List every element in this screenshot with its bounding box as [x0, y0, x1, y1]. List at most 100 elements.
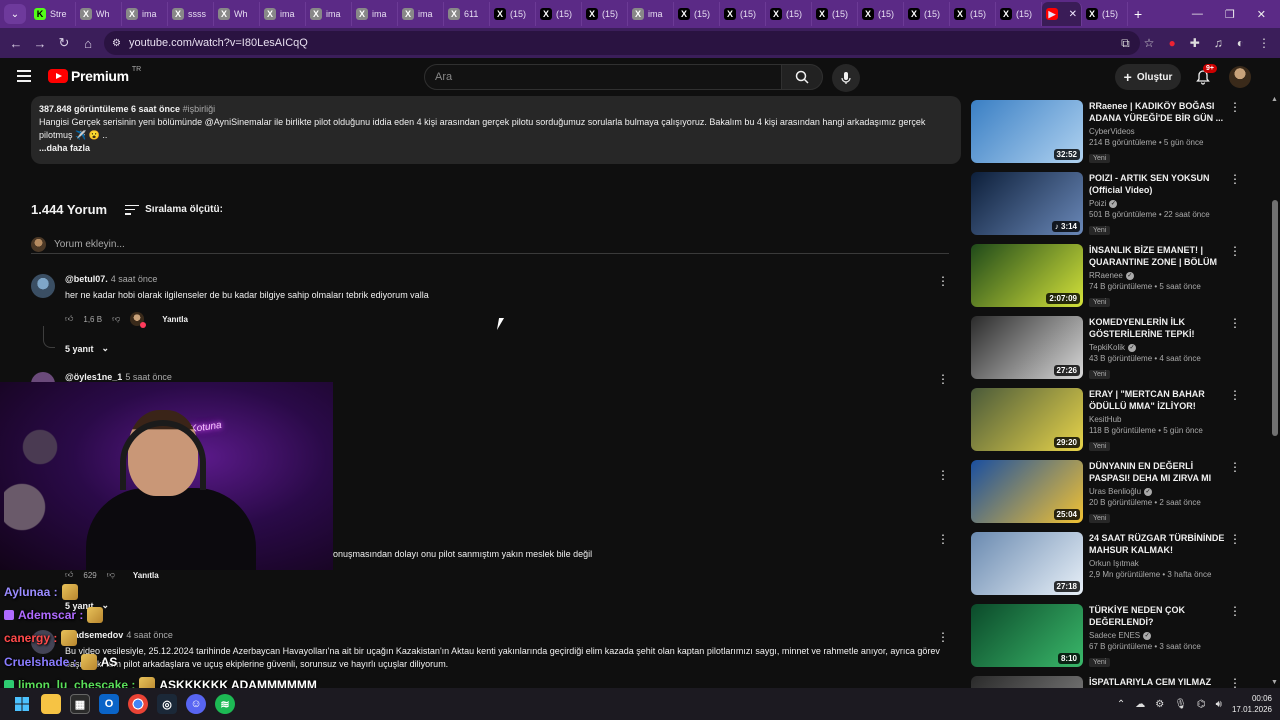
channel-name[interactable]: Sadece ENES ✓: [1089, 631, 1225, 640]
video-thumbnail[interactable]: 32:52: [971, 100, 1083, 163]
forward-icon[interactable]: →: [28, 36, 52, 51]
comment-author[interactable]: @öyles1ne_1 5 saat önce: [65, 372, 172, 382]
install-app-icon[interactable]: ⧉: [1121, 36, 1130, 51]
network-icon[interactable]: ⌬: [1197, 699, 1206, 710]
browser-tab[interactable]: Xima: [628, 2, 674, 26]
browser-tab[interactable]: X (15): [766, 2, 812, 26]
microphone-icon[interactable]: 🎙︎: [1174, 699, 1187, 710]
chrome-menu-icon[interactable]: ⋮: [1258, 36, 1270, 50]
scroll-down-icon[interactable]: ▼: [1271, 679, 1278, 686]
youtube-logo[interactable]: Premium TR: [48, 66, 141, 84]
video-more-icon[interactable]: ⋮: [1229, 532, 1241, 546]
related-video-item[interactable]: 2:07:09 İNSANLIK BİZE EMANET! | QUARANTIN…: [971, 244, 1261, 308]
extension-icon[interactable]: ●: [1168, 36, 1175, 50]
video-more-icon[interactable]: ⋮: [1229, 388, 1241, 402]
page-scrollbar[interactable]: ▲ ▼: [1270, 96, 1280, 686]
video-title[interactable]: DÜNYANIN EN DEĞERLİ PASPASI! DEHA MI ZIR…: [1089, 460, 1225, 484]
commenter-avatar[interactable]: [31, 274, 55, 298]
comment-time[interactable]: 4 saat önce: [126, 630, 173, 640]
site-info-icon[interactable]: ⚙: [112, 38, 121, 49]
comment-more-icon[interactable]: ⋮: [937, 372, 949, 386]
channel-name[interactable]: CyberVideos: [1089, 127, 1225, 136]
browser-tab[interactable]: X 611: [444, 2, 490, 26]
volume-icon[interactable]: 🔊︎: [1216, 699, 1222, 710]
comment-time[interactable]: 4 saat önce: [111, 274, 158, 284]
outlook-icon[interactable]: O: [99, 694, 119, 714]
home-icon[interactable]: ⌂: [76, 36, 100, 51]
tray-overflow-icon[interactable]: ⌃: [1117, 699, 1125, 710]
channel-name[interactable]: Poizi ✓: [1089, 199, 1225, 208]
channel-name[interactable]: TepkiKolik ✓: [1089, 343, 1225, 352]
channel-name[interactable]: RRaenee ✓: [1089, 271, 1225, 280]
browser-tab[interactable]: X (15): [812, 2, 858, 26]
browser-tab[interactable]: X (15): [674, 2, 720, 26]
tray-app-icon[interactable]: ⚙: [1155, 699, 1164, 710]
browser-tab[interactable]: X Wh: [76, 2, 122, 26]
media-control-icon[interactable]: ♫: [1214, 36, 1223, 50]
video-title[interactable]: 24 SAAT RÜZGAR TÜRBİNİNDE MAHSUR KALMAK!: [1089, 532, 1225, 556]
related-video-item[interactable]: 32:52 RRaenee | KADIKÖY BOĞASI ADANA YÜRE…: [971, 100, 1261, 164]
video-title[interactable]: İNSANLIK BİZE EMANET! | QUARANTINE ZONE …: [1089, 244, 1225, 268]
video-title[interactable]: TÜRKİYE NEDEN ÇOK DEĞERLENDİ?: [1089, 604, 1225, 628]
video-more-icon[interactable]: ⋮: [1229, 172, 1241, 186]
like-icon[interactable]: 👍︎: [65, 570, 73, 580]
channel-name[interactable]: Orkun Işıtmak: [1089, 559, 1225, 568]
chrome-icon[interactable]: [128, 694, 148, 714]
video-title[interactable]: ERAY | "MERTCAN BAHAR ÖDÜLLÜ MMA" İZLİYO…: [1089, 388, 1225, 412]
reply-button[interactable]: Yanıtla: [162, 315, 188, 324]
related-video-item[interactable]: 25:04 DÜNYANIN EN DEĞERLİ PASPASI! DEHA M…: [971, 460, 1261, 524]
tab-after-active[interactable]: X (15): [1082, 2, 1128, 26]
notifications-button[interactable]: 9+: [1192, 64, 1217, 88]
video-more-icon[interactable]: ⋮: [1229, 316, 1241, 330]
clock[interactable]: 00:06 17.01.2026: [1232, 693, 1272, 715]
video-thumbnail[interactable]: 2:07:09: [971, 244, 1083, 307]
video-thumbnail[interactable]: 29:20: [971, 388, 1083, 451]
hashtag-link[interactable]: #işbirliği: [183, 104, 216, 114]
comment-more-icon[interactable]: ⋮: [937, 274, 949, 288]
dislike-icon[interactable]: 👎︎: [107, 570, 115, 580]
extensions-puzzle-icon[interactable]: ✚: [1190, 36, 1200, 50]
video-thumbnail[interactable]: ♪ 3:14: [971, 172, 1083, 235]
menu-icon[interactable]: [17, 70, 31, 82]
view-replies-button[interactable]: 5 yanıt ⌄: [65, 343, 109, 354]
create-button[interactable]: + Oluştur: [1115, 64, 1181, 90]
browser-tab[interactable]: X Wh: [214, 2, 260, 26]
related-video-item[interactable]: 27:18 24 SAAT RÜZGAR TÜRBİNİNDE MAHSUR KA…: [971, 532, 1261, 596]
video-title[interactable]: İSPATLARIYLA CEM YILMAZ: [1089, 676, 1225, 688]
video-thumbnail[interactable]: 8:10: [971, 604, 1083, 667]
related-video-item[interactable]: 29:20 ERAY | "MERTCAN BAHAR ÖDÜLLÜ MMA" İ…: [971, 388, 1261, 452]
video-title[interactable]: KOMEDYENLERİN İLK GÖSTERİLERİNE TEPKİ!: [1089, 316, 1225, 340]
browser-tab[interactable]: K Stre: [30, 2, 76, 26]
comment-author[interactable]: @betul07. 4 saat önce: [65, 274, 157, 284]
browser-tab[interactable]: X (15): [720, 2, 766, 26]
video-title[interactable]: POIZI - ARTIK SEN YOKSUN (Official Video…: [1089, 172, 1225, 196]
add-comment-box[interactable]: Yorum ekleyin...: [31, 236, 949, 254]
video-more-icon[interactable]: ⋮: [1229, 244, 1241, 258]
video-more-icon[interactable]: ⋮: [1229, 100, 1241, 114]
related-video-item[interactable]: 27:26 KOMEDYENLERİN İLK GÖSTERİLERİNE TEP…: [971, 316, 1261, 380]
bookmark-star-icon[interactable]: ☆: [1144, 36, 1155, 50]
browser-tab[interactable]: X (15): [996, 2, 1042, 26]
minimize-icon[interactable]: —: [1192, 8, 1203, 20]
video-more-icon[interactable]: ⋮: [1229, 460, 1241, 474]
file-explorer-icon[interactable]: [41, 694, 61, 714]
channel-name[interactable]: Uras Benlioğlu ✓: [1089, 487, 1225, 496]
comment-more-icon[interactable]: ⋮: [937, 468, 949, 482]
browser-tab[interactable]: Xima: [260, 2, 306, 26]
comment-more-icon[interactable]: ⋮: [937, 630, 949, 644]
comment-author[interactable]: @adsemedov 4 saat önce: [65, 630, 173, 640]
video-description[interactable]: 387.848 görüntüleme 6 saat önce #işbirli…: [31, 96, 961, 164]
restore-icon[interactable]: ❐: [1225, 8, 1235, 21]
video-thumbnail[interactable]: 27:18: [971, 532, 1083, 595]
discord-icon[interactable]: ☺: [186, 694, 206, 714]
browser-tab[interactable]: X (15): [950, 2, 996, 26]
spotify-icon[interactable]: ≋: [215, 694, 235, 714]
scroll-up-icon[interactable]: ▲: [1271, 96, 1278, 103]
video-more-icon[interactable]: ⋮: [1229, 604, 1241, 618]
steam-icon[interactable]: ◎: [157, 694, 177, 714]
browser-tab[interactable]: Xima: [122, 2, 168, 26]
show-more-link[interactable]: ...daha fazla: [39, 142, 953, 155]
video-thumbnail[interactable]: 25:04: [971, 460, 1083, 523]
voice-search-button[interactable]: [832, 64, 860, 92]
search-input[interactable]: Ara: [424, 64, 782, 90]
